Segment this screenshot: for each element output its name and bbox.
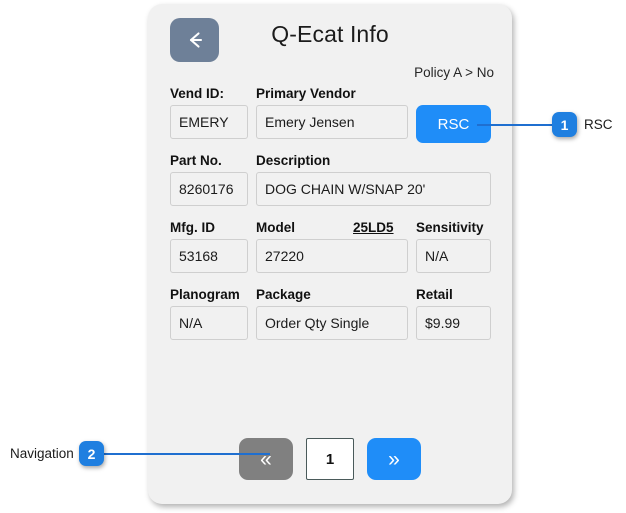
vend-id-field[interactable]: EMERY xyxy=(170,105,248,139)
field-label: Description xyxy=(256,153,331,168)
primary-vendor-field[interactable]: Emery Jensen xyxy=(256,105,408,139)
previous-page-button[interactable]: « xyxy=(239,438,293,480)
mfg-id-field[interactable]: 53168 xyxy=(170,239,248,273)
model-field[interactable]: 27220 xyxy=(256,239,408,273)
planogram-field[interactable]: N/A xyxy=(170,306,248,340)
page-number-indicator[interactable]: 1 xyxy=(306,438,354,480)
callout-1-leader-line xyxy=(477,124,555,126)
callout-2-leader-line xyxy=(103,453,270,455)
retail-field[interactable]: $9.99 xyxy=(416,306,491,340)
field-label: Primary Vendor xyxy=(256,86,356,101)
field-label: Planogram xyxy=(170,287,240,302)
package-field[interactable]: Order Qty Single xyxy=(256,306,408,340)
form-row-part: Part No. Description 8260176 DOG CHAIN W/SN… xyxy=(148,153,512,220)
field-label: Sensitivity xyxy=(416,220,484,235)
part-no-field[interactable]: 8260176 xyxy=(170,172,248,206)
callout-1-badge: 1 xyxy=(552,112,577,137)
breadcrumb: Policy A > No xyxy=(414,65,494,80)
app-panel: Q-Ecat Info Policy A > No Vend ID: Primar… xyxy=(148,4,512,504)
field-label: Mfg. ID xyxy=(170,220,215,235)
form-row-package: Planogram Package Retail N/A Order Qty Singl… xyxy=(148,287,512,354)
field-label: Package xyxy=(256,287,311,302)
callout-1-label: RSC xyxy=(584,117,613,132)
field-label: Retail xyxy=(416,287,453,302)
form-row-vendor: Vend ID: Primary Vendor EMERY Emery Jensen R… xyxy=(148,86,512,153)
sensitivity-field[interactable]: N/A xyxy=(416,239,491,273)
description-field[interactable]: DOG CHAIN W/SNAP 20' xyxy=(256,172,491,206)
field-label: Part No. xyxy=(170,153,222,168)
field-label: 25LD5 xyxy=(353,220,394,235)
next-page-button[interactable]: » xyxy=(367,438,421,480)
callout-2-badge: 2 xyxy=(79,441,104,466)
pagination-bar: « 1 » xyxy=(148,438,512,480)
form-row-model: Mfg. ID Model 25LD5 Sensitivity 53168 27220 N/… xyxy=(148,220,512,287)
page-title: Q-Ecat Info xyxy=(271,21,389,47)
form-area: Vend ID: Primary Vendor EMERY Emery Jensen R… xyxy=(148,86,512,354)
field-label: Vend ID: xyxy=(170,86,225,101)
callout-2-label: Navigation xyxy=(10,446,74,461)
field-label: Model xyxy=(256,220,295,235)
